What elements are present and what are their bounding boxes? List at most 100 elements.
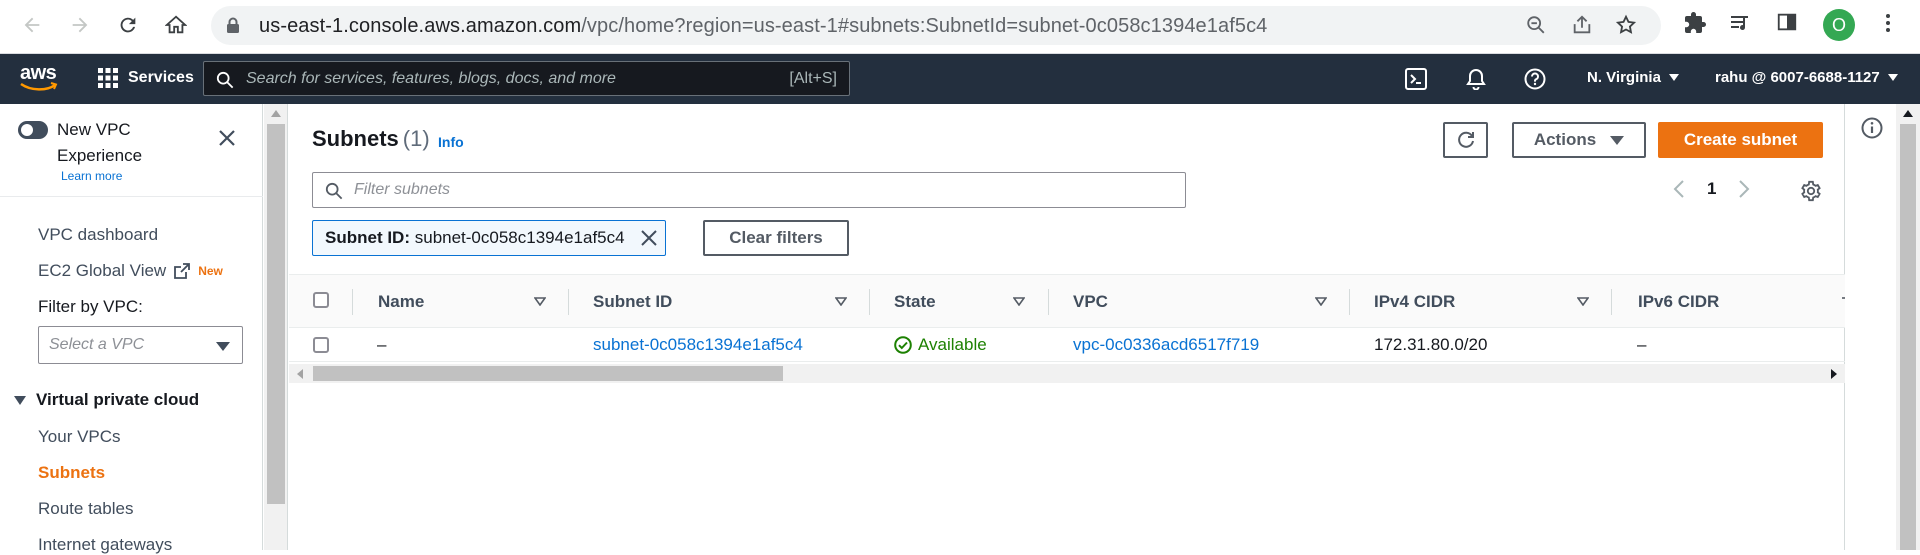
lock-icon — [227, 17, 239, 33]
sort-icon[interactable] — [1013, 297, 1025, 306]
url-host: us-east-1.console.aws.amazon.com — [259, 15, 582, 37]
subnet-count: (1) — [402, 126, 430, 151]
caret-down-icon — [1887, 74, 1898, 81]
caret-down-icon — [1668, 74, 1679, 81]
actions-button[interactable]: Actions — [1512, 122, 1646, 158]
bookmark-star-icon[interactable] — [1615, 14, 1637, 36]
vpc-select-dropdown[interactable]: Select a VPC — [38, 326, 243, 364]
sort-icon[interactable] — [1841, 297, 1845, 306]
sidebar-item-vpc-dashboard[interactable]: VPC dashboard — [38, 225, 158, 245]
info-link[interactable]: Info — [438, 134, 464, 150]
page-scroll-thumb[interactable] — [1900, 124, 1916, 550]
external-link-icon — [174, 263, 191, 279]
new-vpc-experience-toggle[interactable] — [18, 121, 48, 139]
sort-icon[interactable] — [534, 297, 546, 306]
column-header-name[interactable]: Name — [378, 292, 424, 312]
sidebar-item-your-vpcs[interactable]: Your VPCs — [38, 427, 121, 447]
row-checkbox[interactable] — [313, 337, 329, 353]
sidebar-item-subnets[interactable]: Subnets — [38, 463, 105, 483]
sidebar-scroll-thumb[interactable] — [267, 124, 285, 504]
cell-ipv4-cidr: 172.31.80.0/20 — [1374, 335, 1488, 354]
column-separator — [1349, 289, 1350, 315]
state-label: Available — [918, 335, 987, 354]
refresh-button[interactable] — [1443, 122, 1488, 158]
column-header-state[interactable]: State — [894, 292, 936, 312]
search-icon — [325, 182, 343, 200]
previous-page-icon[interactable] — [1673, 180, 1685, 198]
sort-icon[interactable] — [1577, 297, 1589, 306]
column-header-vpc[interactable]: VPC — [1073, 292, 1108, 312]
caret-down-icon — [1610, 135, 1625, 145]
services-label: Services — [128, 69, 194, 86]
column-header-subnet-id[interactable]: Subnet ID — [593, 292, 672, 312]
side-panel-icon[interactable] — [1776, 11, 1798, 33]
services-menu[interactable]: Services — [98, 68, 194, 88]
table-horizontal-scrollbar[interactable] — [289, 364, 1845, 383]
home-button[interactable] — [160, 9, 192, 41]
forward-arrow-icon — [72, 17, 88, 33]
help-icon[interactable] — [1524, 68, 1546, 90]
gear-icon[interactable] — [1800, 180, 1822, 202]
account-menu[interactable]: rahu @ 6007-6688-1127 — [1715, 69, 1898, 86]
reload-button[interactable] — [112, 9, 144, 41]
aws-logo[interactable]: aws — [20, 63, 60, 92]
search-placeholder: Search for services, features, blogs, do… — [246, 70, 616, 87]
next-page-icon[interactable] — [1738, 180, 1750, 198]
create-subnet-button[interactable]: Create subnet — [1658, 122, 1823, 158]
scroll-up-arrow-icon — [271, 110, 281, 117]
page-number[interactable]: 1 — [1707, 179, 1716, 199]
ec2-global-view-label: EC2 Global View — [38, 261, 167, 280]
filter-subnets-input[interactable]: Filter subnets — [312, 172, 1186, 208]
sidebar-item-internet-gateways[interactable]: Internet gateways — [38, 535, 172, 555]
caret-down-icon — [216, 342, 230, 351]
page-scrollbar[interactable] — [1896, 104, 1920, 550]
aws-search-input[interactable]: Search for services, features, blogs, do… — [203, 61, 850, 96]
region-label: N. Virginia — [1587, 69, 1661, 86]
search-shortcut: [Alt+S] — [789, 70, 837, 87]
zoom-icon[interactable] — [1525, 14, 1547, 36]
vpc-select-placeholder: Select a VPC — [49, 336, 145, 353]
column-separator — [1048, 289, 1049, 315]
sidebar-item-route-tables[interactable]: Route tables — [38, 499, 133, 519]
sidebar-scrollbar[interactable] — [264, 104, 288, 550]
sidebar-divider — [0, 196, 263, 197]
forward-button[interactable] — [64, 9, 96, 41]
refresh-icon — [1457, 131, 1474, 148]
page-title-text: Subnets — [312, 126, 399, 151]
sidebar-item-ec2-global-view[interactable]: EC2 Global View New — [38, 261, 223, 281]
scroll-left-arrow-icon — [297, 369, 303, 379]
back-button[interactable] — [16, 9, 48, 41]
column-header-ipv6-cidr[interactable]: IPv6 CIDR — [1638, 292, 1719, 312]
cell-name: – — [377, 335, 387, 354]
notifications-bell-icon[interactable] — [1465, 68, 1487, 90]
virtual-private-cloud-section[interactable]: Virtual private cloud — [14, 390, 199, 410]
sort-icon[interactable] — [1315, 297, 1327, 306]
table-scroll-thumb[interactable] — [313, 366, 783, 381]
browser-menu-icon[interactable] — [1876, 11, 1900, 35]
select-all-checkbox[interactable] — [313, 292, 329, 308]
region-selector[interactable]: N. Virginia — [1587, 69, 1679, 86]
remove-token-icon[interactable] — [641, 230, 657, 246]
scroll-up-arrow-icon — [1903, 110, 1913, 117]
subnet-id-filter-token: Subnet ID: subnet-0c058c1394e1af5c4 — [312, 220, 666, 256]
info-icon[interactable] — [1861, 117, 1883, 139]
account-label: rahu @ 6007-6688-1127 — [1715, 69, 1880, 86]
share-icon[interactable] — [1571, 14, 1593, 36]
address-bar[interactable]: us-east-1.console.aws.amazon.com/vpc/hom… — [211, 6, 1661, 45]
media-queue-icon[interactable] — [1728, 11, 1752, 35]
cloudshell-icon[interactable] — [1405, 68, 1427, 90]
clear-filters-button[interactable]: Clear filters — [703, 220, 849, 256]
column-header-ipv4-cidr[interactable]: IPv4 CIDR — [1374, 292, 1455, 312]
table-row[interactable]: – subnet-0c058c1394e1af5c4 Available vpc… — [289, 329, 1845, 362]
cell-subnet-id-link[interactable]: subnet-0c058c1394e1af5c4 — [593, 335, 803, 355]
sort-icon[interactable] — [835, 297, 847, 306]
profile-avatar[interactable]: O — [1823, 9, 1855, 41]
subnets-table: Name Subnet ID State VPC IPv4 CIDR IPv6 … — [289, 274, 1845, 372]
cell-vpc-link[interactable]: vpc-0c0336acd6517f719 — [1073, 335, 1259, 355]
token-value: subnet-0c058c1394e1af5c4 — [414, 228, 625, 247]
reload-icon — [120, 17, 136, 33]
extensions-icon[interactable] — [1683, 11, 1707, 35]
column-separator — [568, 289, 569, 315]
close-icon[interactable] — [218, 129, 236, 147]
learn-more-link[interactable]: Learn more — [61, 169, 122, 183]
